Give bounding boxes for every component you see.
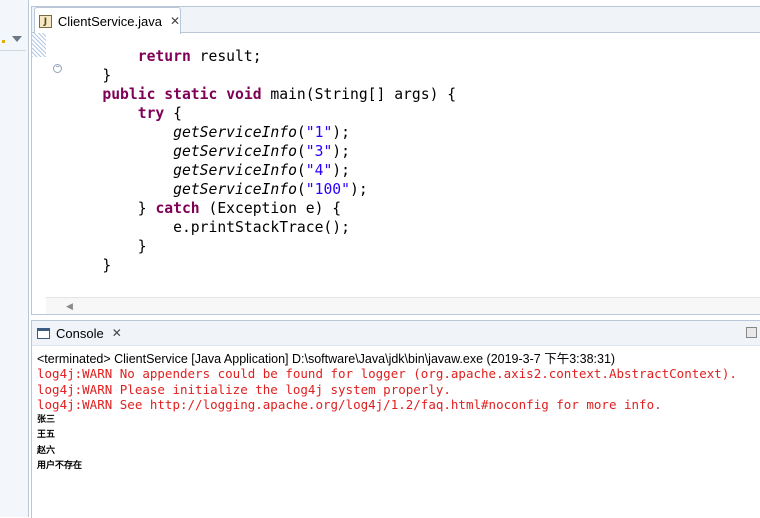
code-keyword: return (137, 48, 191, 65)
view-menu-icon[interactable] (12, 36, 22, 42)
code-line: getServiceInfo("3"); (67, 142, 456, 161)
code-text: return result; } public static void main… (67, 47, 456, 289)
code-viewport: return result; } public static void main… (32, 33, 760, 289)
console-icon (37, 327, 50, 339)
code-token: ( (296, 181, 306, 198)
code-keyword: static (164, 86, 218, 103)
code-line: return result; (67, 47, 456, 66)
code-token: ); (332, 124, 350, 141)
editor-tab[interactable]: J ClientService.java ✕ (34, 7, 181, 34)
console-output: log4j:WARN No appenders could be found f… (37, 366, 737, 475)
console-output-line: 用户不存在 (37, 461, 83, 471)
code-token: } (67, 257, 112, 274)
code-line: getServiceInfo("1"); (67, 123, 456, 142)
editor-tab-bar: J ClientService.java ✕ (32, 7, 760, 34)
console-tab-bar: Console ✕ (32, 321, 760, 346)
close-icon[interactable]: ✕ (112, 326, 122, 340)
code-token: } (67, 67, 112, 84)
code-token: ( (296, 162, 306, 179)
left-view-strip (0, 0, 29, 517)
code-method-call: getServiceInfo (173, 124, 297, 141)
console-view: Console ✕ <terminated> ClientService [Ja… (31, 320, 760, 518)
marker-icon (2, 40, 5, 43)
scroll-left-icon[interactable]: ◀ (66, 301, 73, 312)
code-line: getServiceInfo("4"); (67, 161, 456, 180)
code-string: "3" (305, 143, 333, 160)
code-keyword: catch (155, 200, 200, 217)
code-token: ( (296, 124, 306, 141)
console-output-line: 赵六 (37, 445, 56, 456)
code-token: (Exception e) { (199, 200, 342, 217)
code-token: result; (190, 48, 262, 65)
code-token: { (164, 105, 182, 122)
console-tab-title: Console (56, 325, 104, 341)
close-icon[interactable]: ✕ (170, 14, 180, 28)
code-string: "100" (305, 181, 350, 198)
console-output-line: 张三 (37, 414, 56, 425)
console-output-line: 王五 (37, 430, 56, 440)
minimize-button[interactable] (746, 327, 757, 338)
console-warning-line: log4j:WARN No appenders could be found f… (37, 366, 737, 381)
horizontal-scrollbar[interactable]: ◀ (46, 297, 760, 314)
code-token: ); (349, 181, 368, 198)
code-method-call: getServiceInfo (173, 181, 297, 198)
minimized-view[interactable] (0, 6, 26, 51)
code-token: ( (296, 143, 306, 160)
code-string: "4" (305, 162, 333, 179)
code-keyword: public (102, 86, 156, 103)
editor-tab-title: ClientService.java (57, 13, 162, 29)
java-file-icon: J (39, 14, 52, 28)
code-editor[interactable]: J ClientService.java ✕ − return result; … (31, 6, 760, 315)
code-line: } (67, 66, 456, 85)
code-string: "1" (305, 124, 333, 141)
code-line: e.printStackTrace(); (67, 218, 456, 237)
code-line: } catch (Exception e) { (67, 199, 456, 218)
code-keyword: try (137, 105, 165, 122)
console-tab[interactable]: Console ✕ (32, 321, 122, 345)
code-token: ); (332, 162, 350, 179)
code-line: try { (67, 104, 456, 123)
code-method-call: getServiceInfo (173, 143, 297, 160)
code-line: public static void main(String[] args) { (67, 85, 456, 104)
code-line: } (67, 237, 456, 256)
console-warning-line: log4j:WARN See http://logging.apache.org… (37, 397, 662, 412)
code-line: getServiceInfo("100"); (67, 180, 456, 199)
code-token: } (67, 238, 147, 255)
code-token: main(String[] args) { (261, 86, 457, 103)
code-token: e.printStackTrace(); (67, 219, 350, 236)
console-warning-line: log4j:WARN Please initialize the log4j s… (37, 381, 451, 397)
code-keyword: void (226, 86, 262, 103)
console-status-line: <terminated> ClientService [Java Applica… (37, 352, 616, 366)
code-method-call: getServiceInfo (173, 162, 297, 179)
code-line: } (67, 256, 456, 275)
code-token: } (67, 200, 156, 217)
code-token: ); (332, 143, 350, 160)
